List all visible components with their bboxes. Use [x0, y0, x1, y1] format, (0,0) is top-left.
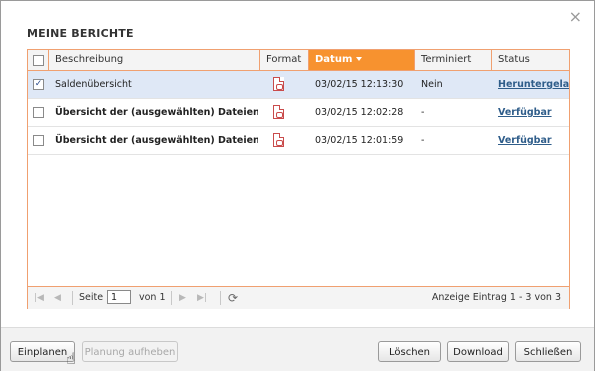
prev-page-icon[interactable]: ◀: [54, 292, 61, 304]
loeschen-button[interactable]: Löschen: [378, 341, 441, 362]
hand-cursor-icon: ☝: [66, 349, 76, 368]
row-beschreibung: Übersicht der (ausgewählten) Dateien: [55, 135, 258, 146]
row-datum: 03/02/15 12:13:30: [315, 79, 404, 90]
column-header-format[interactable]: Format: [260, 50, 309, 70]
row-beschreibung: Übersicht der (ausgewählten) Dateien: [55, 107, 258, 118]
table-row[interactable]: Übersicht der (ausgewählten) Dateien 03/…: [28, 99, 569, 127]
first-page-icon[interactable]: |◀: [34, 292, 44, 304]
column-header-beschreibung[interactable]: Beschreibung: [49, 50, 260, 70]
row-terminiert: Nein: [421, 79, 443, 90]
last-page-icon[interactable]: ▶|: [197, 292, 207, 304]
table-row[interactable]: Übersicht der (ausgewählten) Dateien 03/…: [28, 127, 569, 155]
row-status: Heruntergeladen: [498, 71, 569, 98]
row-terminiert: -: [421, 135, 425, 146]
row-terminiert: -: [421, 107, 425, 118]
pdf-icon[interactable]: [273, 133, 284, 147]
toolbar-separator: [72, 291, 73, 305]
next-page-icon[interactable]: ▶: [179, 292, 186, 304]
close-icon[interactable]: ×: [569, 9, 582, 25]
row-checkbox[interactable]: ✓: [33, 79, 44, 90]
pdf-icon[interactable]: [273, 77, 284, 91]
row-beschreibung: Saldenübersicht: [55, 79, 132, 90]
reports-grid: Beschreibung Format Datum Terminiert Sta…: [27, 49, 570, 309]
status-link[interactable]: Heruntergeladen: [498, 79, 569, 90]
grid-header: Beschreibung Format Datum Terminiert Sta…: [28, 50, 569, 71]
row-checkbox[interactable]: [33, 135, 44, 146]
row-status: Verfügbar: [498, 127, 569, 154]
header-checkbox-cell[interactable]: [28, 50, 49, 70]
row-checkbox[interactable]: [33, 107, 44, 118]
reports-dialog: × MEINE BERICHTE Beschreibung Format Dat…: [0, 0, 595, 371]
page-count-label: von 1: [139, 292, 166, 303]
status-link[interactable]: Verfügbar: [498, 107, 552, 118]
planung-aufheben-button[interactable]: Planung aufheben: [82, 341, 178, 362]
paging-toolbar: |◀ ◀ Seite 1 von 1 ▶ ▶| ⟳ Anzeige Eintra…: [28, 286, 569, 309]
sort-descending-icon: [356, 57, 363, 61]
download-button[interactable]: Download: [447, 341, 509, 362]
toolbar-separator: [171, 291, 172, 305]
status-link[interactable]: Verfügbar: [498, 135, 552, 146]
toolbar-separator: [220, 291, 221, 305]
display-summary: Anzeige Eintrag 1 - 3 von 3: [431, 292, 561, 303]
column-header-status[interactable]: Status: [492, 50, 569, 70]
dialog-title: MEINE BERICHTE: [27, 27, 134, 40]
dialog-footer: Einplanen Planung aufheben Löschen Downl…: [1, 327, 594, 371]
refresh-icon[interactable]: ⟳: [228, 291, 238, 305]
column-header-datum[interactable]: Datum: [309, 50, 415, 70]
page-label: Seite: [79, 292, 104, 303]
column-header-terminiert[interactable]: Terminiert: [415, 50, 492, 70]
row-datum: 03/02/15 12:01:59: [315, 135, 404, 146]
column-header-datum-label: Datum: [315, 54, 353, 65]
pdf-icon[interactable]: [273, 105, 284, 119]
table-row[interactable]: ✓ Saldenübersicht 03/02/15 12:13:30 Nein…: [28, 71, 569, 99]
select-all-checkbox[interactable]: [33, 55, 44, 66]
page-input[interactable]: 1: [107, 290, 131, 304]
schliessen-button[interactable]: Schließen: [515, 341, 581, 362]
row-status: Verfügbar: [498, 99, 569, 126]
row-datum: 03/02/15 12:02:28: [315, 107, 404, 118]
